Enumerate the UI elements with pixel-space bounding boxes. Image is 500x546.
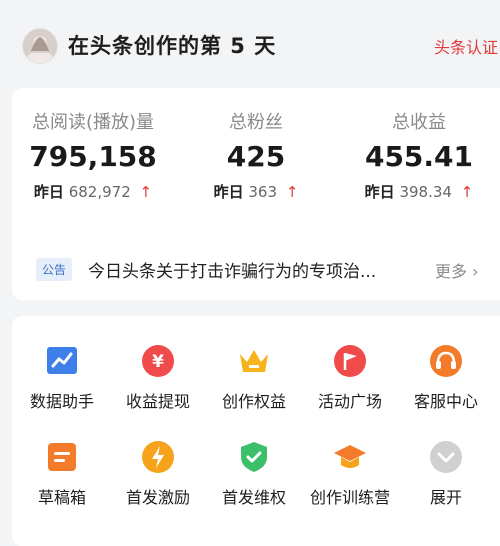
stat-yesterday: 昨日 398.34 ↑ <box>344 181 494 202</box>
more-link[interactable]: 更多 › <box>435 258 479 282</box>
announcement-bar[interactable]: 公告 今日头条关于打击诈骗行为的专项治... 更多 › <box>36 257 479 282</box>
graduation-cap-icon <box>333 440 367 474</box>
lightning-icon <box>141 440 175 474</box>
announcement-tag: 公告 <box>36 258 73 281</box>
stat-yesterday: 昨日 363 ↑ <box>181 181 331 202</box>
top-bar: 在头条创作的第 5 天 头条认证 <box>0 0 500 86</box>
stat-yesterday: 昨日 682,972 ↑ <box>18 181 168 202</box>
stat-label: 总粉丝 <box>229 112 283 133</box>
yesterday-label: 昨日 <box>33 183 64 201</box>
svg-text:¥: ¥ <box>152 352 164 372</box>
tool-label: 首发维权 <box>221 488 286 507</box>
page-title: 在头条创作的第 5 天 <box>68 34 277 58</box>
tool-label: 首发激励 <box>125 488 190 507</box>
yesterday-label: 昨日 <box>213 183 244 201</box>
announcement-text[interactable]: 今日头条关于打击诈骗行为的专项治... <box>88 257 406 282</box>
avatar[interactable] <box>22 28 58 64</box>
yesterday-value: 363 <box>248 183 278 201</box>
yesterday-label: 昨日 <box>364 183 395 201</box>
up-arrow-icon: ↑ <box>285 183 299 201</box>
stat-value: 455.41 <box>364 140 474 173</box>
yesterday-value: 682,972 <box>68 183 131 201</box>
flag-icon <box>333 344 367 378</box>
tool-expand[interactable]: 展开 <box>398 440 494 508</box>
chart-icon <box>45 344 79 378</box>
yesterday-value: 398.34 <box>399 183 452 201</box>
tool-creator-benefits[interactable]: 创作权益 <box>206 344 302 412</box>
up-arrow-icon: ↑ <box>460 183 474 201</box>
tool-label: 草稿箱 <box>37 488 86 507</box>
draft-icon <box>45 440 79 474</box>
expand-icon <box>429 440 463 474</box>
stat-label: 总阅读(播放)量 <box>31 112 155 133</box>
stat-total-reads[interactable]: 总阅读(播放)量 795,158 昨日 682,972 ↑ <box>18 108 168 202</box>
tool-withdraw-earnings[interactable]: ¥ 收益提现 <box>110 344 206 412</box>
tool-data-assistant[interactable]: 数据助手 <box>14 344 110 412</box>
tools-card: 数据助手 ¥ 收益提现 创作权益 活动广场 客服中心 草稿箱 首发激励 首发维权… <box>12 316 500 546</box>
up-arrow-icon: ↑ <box>139 183 153 201</box>
stat-total-earnings[interactable]: 总收益 455.41 昨日 398.34 ↑ <box>344 108 494 202</box>
tool-label: 收益提现 <box>125 392 190 411</box>
shield-icon <box>237 440 271 474</box>
tool-label: 创作权益 <box>221 392 286 411</box>
tool-drafts[interactable]: 草稿箱 <box>14 440 110 508</box>
tool-first-release-rights[interactable]: 首发维权 <box>206 440 302 508</box>
tool-label: 创作训练营 <box>309 488 390 507</box>
tool-label: 数据助手 <box>29 392 94 411</box>
tool-label: 展开 <box>429 488 462 507</box>
stat-total-fans[interactable]: 总粉丝 425 昨日 363 ↑ <box>181 108 331 202</box>
tool-customer-service[interactable]: 客服中心 <box>398 344 494 412</box>
stat-label: 总收益 <box>392 112 446 133</box>
crown-icon <box>237 344 271 378</box>
tool-label: 活动广场 <box>317 392 382 411</box>
tool-label: 客服中心 <box>413 392 478 411</box>
stat-value: 425 <box>226 140 286 173</box>
stats-card: 总阅读(播放)量 795,158 昨日 682,972 ↑ 总粉丝 425 昨日… <box>12 88 500 300</box>
toutiao-certification-link[interactable]: 头条认证 <box>434 34 498 58</box>
yuan-icon: ¥ <box>141 344 175 378</box>
tool-creator-training-camp[interactable]: 创作训练营 <box>302 440 398 508</box>
stat-value: 795,158 <box>29 140 157 173</box>
headset-icon <box>429 344 463 378</box>
tool-first-release-incentive[interactable]: 首发激励 <box>110 440 206 508</box>
tool-activity-square[interactable]: 活动广场 <box>302 344 398 412</box>
